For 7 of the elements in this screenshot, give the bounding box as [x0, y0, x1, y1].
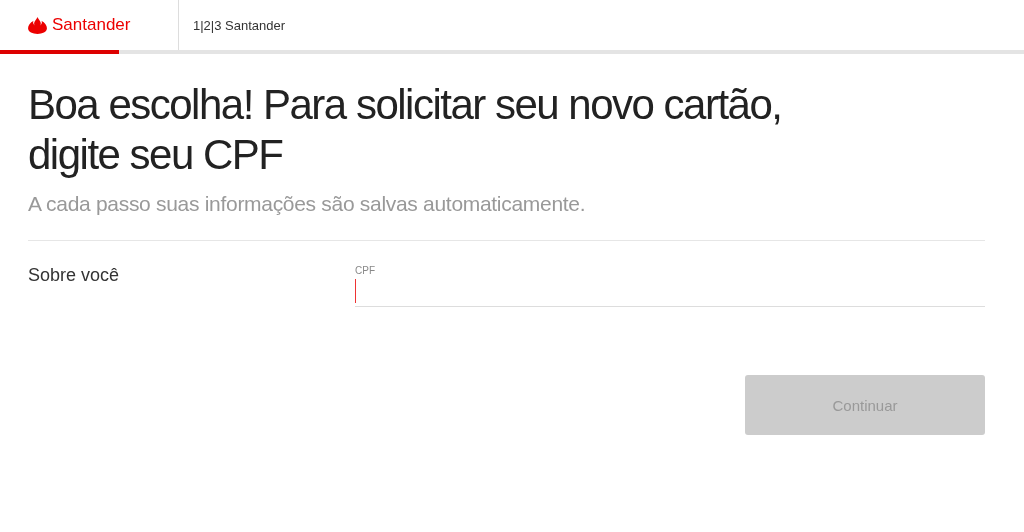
section-label: Sobre você [28, 265, 121, 287]
page-heading: Boa escolha! Para solicitar seu novo cartão, digite seu CPF [28, 80, 783, 180]
cpf-field[interactable]: CPF [355, 265, 985, 307]
flame-icon [28, 16, 47, 34]
brand-logo[interactable]: Santander [52, 15, 131, 35]
subtitle: A cada passo suas informações são salvas automaticamente. [28, 192, 587, 216]
header-title: 1|2|3 Santander [192, 17, 286, 33]
